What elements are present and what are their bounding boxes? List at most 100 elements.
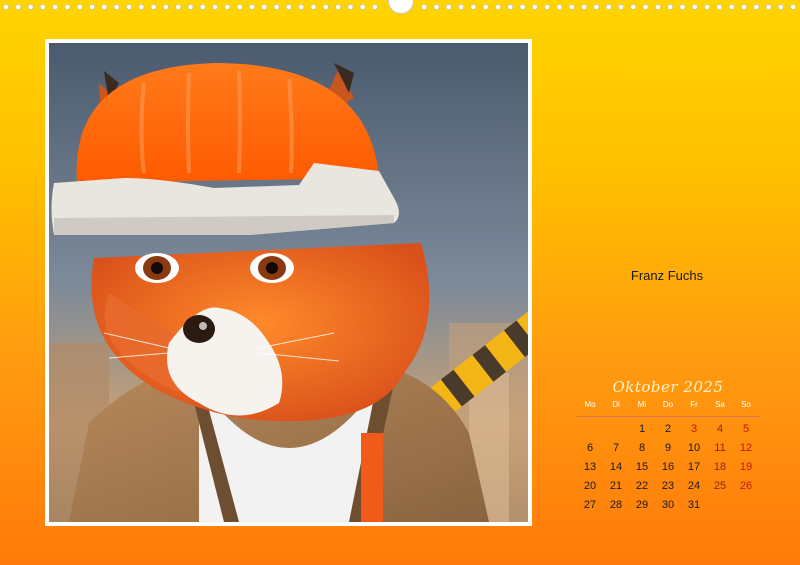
day-cell: 22: [635, 480, 649, 492]
day-cell: 24: [687, 480, 701, 492]
day-cell: 10: [687, 442, 701, 454]
day-cell: 6: [586, 442, 594, 454]
spiral-binding: [0, 0, 800, 14]
day-cell: 4: [716, 423, 724, 435]
month-calendar: Oktober 2025 Mo Di Mi Do Fr Sa So 123456…: [577, 378, 759, 515]
day-cell: 20: [583, 480, 597, 492]
binding-hole: [285, 4, 292, 10]
binding-hole: [89, 4, 95, 10]
binding-hole: [27, 4, 34, 10]
binding-hole: [3, 4, 9, 10]
day-cell: 11: [714, 442, 726, 454]
binding-hole: [519, 4, 526, 10]
binding-hole: [507, 4, 514, 10]
binding-hole: [322, 4, 329, 10]
calendar-divider: [577, 416, 759, 417]
day-cell: 13: [583, 461, 597, 473]
binding-hole: [52, 4, 59, 10]
weekday-label: Mi: [637, 400, 647, 409]
weekday-header-row: Mo Di Mi Do Fr Sa So: [577, 400, 759, 414]
binding-hole: [605, 4, 612, 10]
binding-hole: [556, 4, 563, 10]
binding-hole: [113, 4, 120, 10]
weekday-label: Sa: [715, 400, 725, 409]
binding-hole: [101, 4, 108, 10]
photo-frame: [45, 39, 532, 526]
calendar-title: Oktober 2025: [612, 378, 724, 396]
binding-hole: [642, 4, 649, 10]
day-cell: 31: [687, 499, 701, 511]
binding-hole: [728, 4, 735, 10]
binding-hole: [753, 4, 760, 10]
day-cell: 19: [739, 461, 753, 473]
binding-hole: [236, 4, 243, 10]
day-cell: 25: [713, 480, 727, 492]
binding-hole: [347, 4, 354, 10]
binding-hole: [249, 4, 255, 10]
binding-hole: [224, 4, 231, 10]
day-cell: 18: [713, 461, 727, 473]
day-cell: 5: [742, 423, 750, 435]
binding-hole: [532, 4, 538, 10]
binding-hole: [704, 4, 710, 10]
empty-day-cell: [577, 420, 603, 439]
binding-hole: [568, 4, 575, 10]
binding-hole: [495, 4, 501, 10]
binding-hole: [76, 4, 83, 10]
binding-hole: [691, 4, 698, 10]
day-cell: 2: [664, 423, 672, 435]
binding-hole: [778, 4, 784, 10]
weekday-label: Fr: [690, 400, 698, 409]
binding-hole: [470, 4, 477, 10]
binding-hole: [458, 4, 464, 10]
day-cell: 30: [661, 499, 675, 511]
binding-hole: [581, 4, 587, 10]
empty-day-cell: [603, 420, 629, 439]
binding-hole: [482, 4, 489, 10]
day-cell: 1: [638, 423, 646, 435]
binding-hole: [310, 4, 317, 10]
binding-hole: [445, 4, 452, 10]
day-cell: 23: [661, 480, 675, 492]
binding-hole: [64, 4, 71, 10]
binding-hole: [15, 4, 22, 10]
day-cell: 12: [739, 442, 753, 454]
binding-hole: [261, 4, 268, 10]
day-grid: 1 2 3 4 5 6 7 8 9 10 11 12 13 14 15 16 17 18 19 20 21 22 23 24 2…: [577, 420, 759, 515]
binding-hole: [359, 4, 366, 10]
binding-hole: [150, 4, 157, 10]
binding-hole: [716, 4, 723, 10]
binding-hole: [212, 4, 218, 10]
binding-hole: [667, 4, 674, 10]
binding-hole: [162, 4, 169, 10]
day-cell: 9: [664, 442, 672, 454]
weekday-label: Do: [662, 400, 674, 409]
weekday-label: Di: [612, 400, 620, 409]
day-cell: 27: [583, 499, 597, 511]
binding-hole: [372, 4, 378, 10]
day-cell: 14: [609, 461, 623, 473]
weekday-label: Mo: [584, 400, 596, 409]
day-cell: 8: [638, 442, 646, 454]
binding-hole: [544, 4, 551, 10]
day-cell: 7: [612, 442, 620, 454]
binding-hole: [273, 4, 280, 10]
binding-hole: [618, 4, 624, 10]
day-cell: 15: [635, 461, 649, 473]
binding-hole: [655, 4, 661, 10]
binding-hole: [765, 4, 772, 10]
binding-hole: [199, 4, 206, 10]
binding-hole: [298, 4, 305, 10]
binding-hole: [433, 4, 440, 10]
binding-hole: [790, 4, 797, 10]
binding-hole: [421, 4, 428, 10]
binding-hole: [630, 4, 637, 10]
binding-hole: [175, 4, 182, 10]
binding-hole: [741, 4, 747, 10]
weekday-label: So: [741, 400, 751, 409]
day-cell: 21: [609, 480, 623, 492]
day-cell: 28: [609, 499, 623, 511]
fox-photo: [49, 43, 528, 522]
day-cell: 29: [635, 499, 649, 511]
photo-caption: Franz Fuchs: [630, 268, 704, 283]
